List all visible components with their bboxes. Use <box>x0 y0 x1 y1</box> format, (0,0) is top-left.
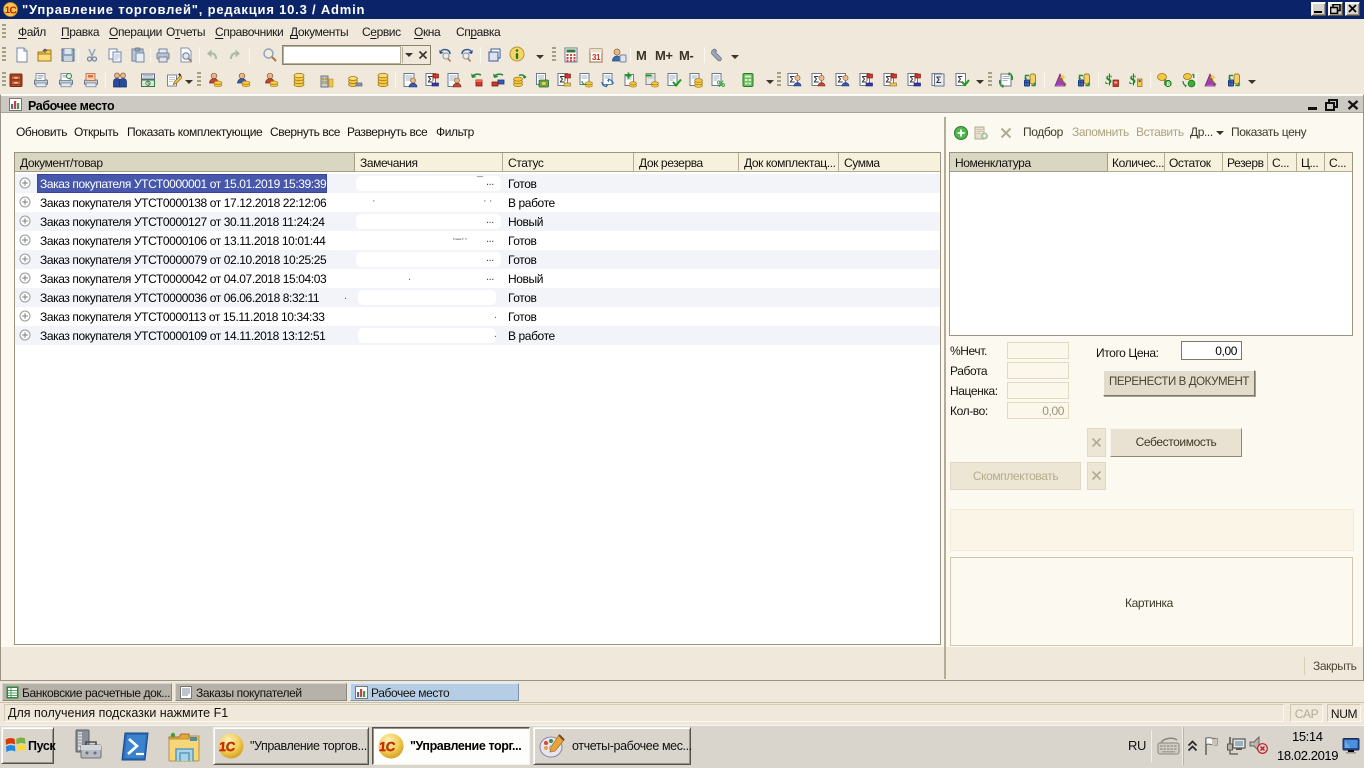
svg-text:1С: 1С <box>218 739 236 754</box>
svg-text:C: C <box>10 6 17 17</box>
svg-text:S: S <box>1105 72 1112 87</box>
svg-text:%: % <box>717 79 725 88</box>
svg-text:31: 31 <box>592 53 601 62</box>
svg-text:S: S <box>1129 72 1136 87</box>
svg-text:1С: 1С <box>378 739 396 754</box>
